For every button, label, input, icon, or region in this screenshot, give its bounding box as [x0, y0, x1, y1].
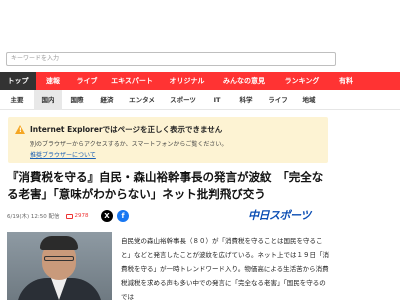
tab-paid[interactable]: 有料: [330, 72, 362, 90]
warning-title: Internet Explorerではページを正しく表示できません: [30, 125, 223, 134]
category-economy[interactable]: 経済: [92, 90, 122, 110]
search-input[interactable]: キーワードを入力: [6, 52, 336, 66]
article-photo[interactable]: [7, 232, 112, 300]
warning-message: 別のブラウザーからアクセスするか、スマートフォンからご覧ください。: [30, 141, 228, 148]
category-main[interactable]: 主要: [0, 90, 34, 110]
publish-date: 6/19(木) 12:50 配信: [7, 214, 60, 220]
tab-top[interactable]: トップ: [0, 72, 36, 90]
tab-breaking[interactable]: 速報: [36, 72, 70, 90]
category-nav: 主要 国内 国際 経済 エンタメ スポーツ IT 科学 ライフ 地域: [0, 90, 400, 110]
comment-count[interactable]: 2978: [75, 213, 89, 219]
warning-icon: !: [15, 125, 25, 134]
recommended-browsers-link[interactable]: 推奨ブラウザーについて: [30, 150, 96, 159]
comment-icon[interactable]: [65, 213, 73, 219]
category-science[interactable]: 科学: [230, 90, 262, 110]
tab-original[interactable]: オリジナル: [160, 72, 214, 90]
category-sports[interactable]: スポーツ: [162, 90, 204, 110]
category-local[interactable]: 地域: [294, 90, 324, 110]
share-x-icon[interactable]: X: [101, 210, 113, 222]
category-world[interactable]: 国際: [62, 90, 92, 110]
main-nav: トップ 速報 ライブ エキスパート オリジナル みんなの意見 ランキング 有料: [0, 72, 400, 90]
header-bar: [0, 0, 400, 48]
browser-warning: ! Internet Explorerではページを正しく表示できません 別のブラ…: [8, 117, 328, 163]
category-it[interactable]: IT: [204, 90, 230, 110]
source-logo[interactable]: 中日スポーツ: [248, 207, 311, 223]
category-domestic[interactable]: 国内: [34, 90, 62, 110]
article-body: 自民党の森山裕幹事長（８０）が「消費税を守ることは国民を守ること」などと発言した…: [121, 237, 329, 300]
article-meta: 6/19(木) 12:50 配信 2978: [7, 210, 89, 222]
tab-ranking[interactable]: ランキング: [274, 72, 330, 90]
tab-expert[interactable]: エキスパート: [104, 72, 160, 90]
category-entertainment[interactable]: エンタメ: [122, 90, 162, 110]
tab-live[interactable]: ライブ: [70, 72, 104, 90]
article-headline: 『消費税を守る』自民・森山裕幹事長の発言が波紋 「完全なる老害」「意味がわからな…: [7, 170, 324, 201]
tab-opinions[interactable]: みんなの意見: [214, 72, 274, 90]
share-facebook-icon[interactable]: f: [117, 210, 129, 222]
category-life[interactable]: ライフ: [262, 90, 294, 110]
